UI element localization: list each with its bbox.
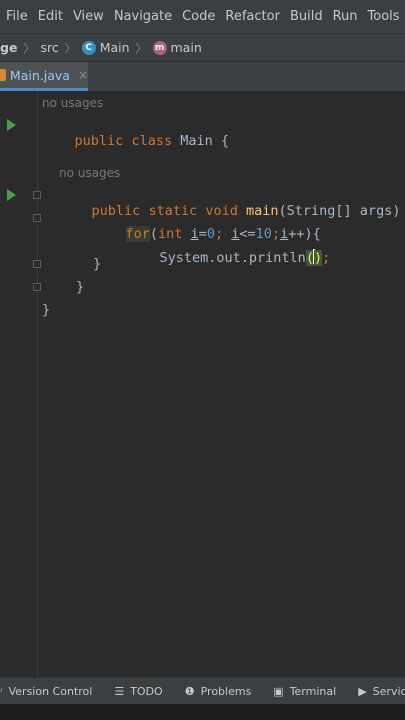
method-m-icon: m <box>152 40 167 55</box>
breadcrumb: ge 〉 src 〉 C Main 〉 m main <box>0 33 405 61</box>
code-editor[interactable]: no usages public class Main { no usages … <box>0 91 405 677</box>
usage-hint-method: no usages <box>59 166 121 180</box>
breadcrumb-main-class[interactable]: C Main <box>81 40 130 55</box>
fold-for-icon[interactable] <box>33 214 41 222</box>
run-method-icon[interactable] <box>7 189 16 201</box>
code-line-class: public class Main { <box>74 133 230 149</box>
class-c-icon: C <box>81 40 96 55</box>
code-line-println: System.out.println(); <box>159 249 331 266</box>
code-line-close-class: } <box>42 302 51 318</box>
chevron-right-icon: 〉 <box>64 41 76 55</box>
breadcrumb-package[interactable]: ge <box>0 40 17 55</box>
services-icon: ▶ <box>358 684 367 698</box>
tool-services[interactable]: ▶ Services <box>358 685 405 698</box>
chevron-right-icon: 〉 <box>23 41 35 55</box>
terminal-icon: ▣ <box>273 684 284 698</box>
close-icon[interactable]: × <box>78 68 88 82</box>
editor-tab-bar: Main.java × <box>0 61 405 92</box>
menu-run[interactable]: Run <box>327 9 362 24</box>
code-line-close-for: } <box>93 256 102 272</box>
java-file-icon <box>0 69 6 81</box>
menu-navigate[interactable]: Navigate <box>108 9 176 24</box>
code-line-close-method: } <box>76 279 85 295</box>
gutter-divider <box>37 91 38 677</box>
tool-window-bar: ⑂ Version Control ☰ TODO ❶ Problems ▣ Te… <box>0 677 405 704</box>
breadcrumb-main-class-label: Main <box>99 40 130 55</box>
chevron-right-icon: 〉 <box>135 41 147 55</box>
tool-terminal[interactable]: ▣ Terminal <box>273 685 336 698</box>
tool-version-control[interactable]: ⑂ Version Control <box>0 685 92 698</box>
menu-refactor[interactable]: Refactor <box>219 9 284 24</box>
breadcrumb-main-method-label: main <box>170 40 202 55</box>
menu-tools[interactable]: Tools <box>362 9 404 24</box>
breadcrumb-src-label: src <box>40 40 59 55</box>
todo-icon: ☰ <box>114 684 125 698</box>
usage-hint-class: no usages <box>42 96 104 110</box>
tool-todo[interactable]: ☰ TODO <box>114 685 162 698</box>
tab-main-java[interactable]: Main.java × <box>0 62 88 91</box>
problems-icon: ❶ <box>184 684 195 698</box>
fold-method-icon[interactable] <box>33 191 41 199</box>
menu-file[interactable]: File <box>0 9 32 24</box>
tab-label: Main.java <box>9 67 70 83</box>
tool-problems[interactable]: ❶ Problems <box>185 685 252 698</box>
menu-view[interactable]: View <box>67 9 108 24</box>
version-control-icon: ⑂ <box>0 685 3 698</box>
bottom-strip <box>0 704 405 720</box>
menu-build[interactable]: Build <box>284 9 327 24</box>
fold-end-for-icon[interactable] <box>33 260 41 268</box>
menu-bar: File Edit View Navigate Code Refactor Bu… <box>0 0 405 33</box>
menu-edit[interactable]: Edit <box>32 9 67 24</box>
menu-code[interactable]: Code <box>176 9 219 24</box>
breadcrumb-src[interactable]: src <box>40 40 58 55</box>
breadcrumb-main-method[interactable]: m main <box>152 40 202 55</box>
fold-end-method-icon[interactable] <box>33 283 41 291</box>
run-class-icon[interactable] <box>7 119 16 131</box>
breadcrumb-package-label: ge <box>0 40 18 55</box>
